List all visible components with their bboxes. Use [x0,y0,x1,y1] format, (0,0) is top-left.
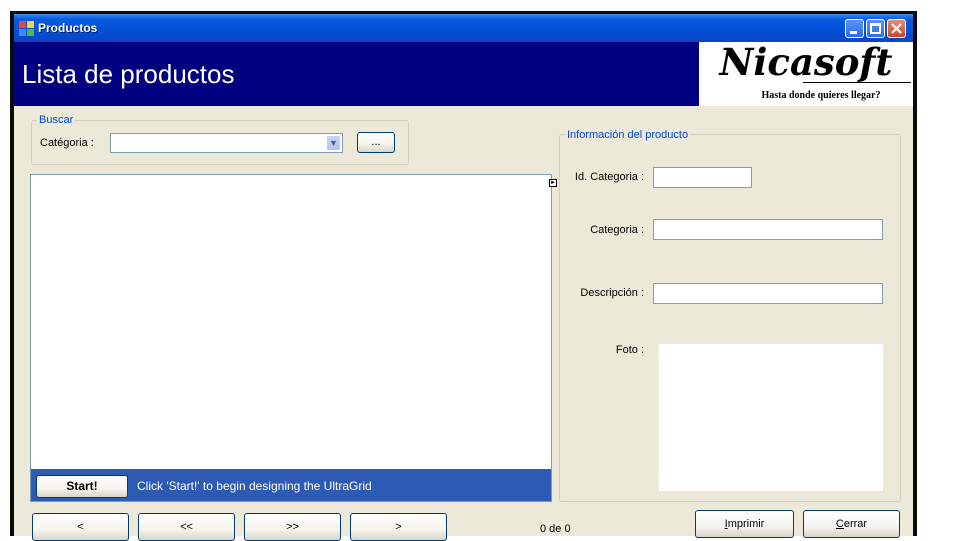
maximize-button[interactable] [866,19,885,38]
expand-icon[interactable]: ► [549,179,557,187]
last-record-button[interactable]: >> [244,513,341,541]
close-label: errar [843,518,868,530]
app-icon [19,21,34,36]
previous-record-button[interactable]: < [32,513,129,541]
category-label: Catégoria : [40,137,94,149]
grid-designer-bar: Start! Click 'Start!' to begin designing… [31,469,551,501]
products-grid[interactable] [30,174,552,502]
id-category-label: Id. Categoria : [574,171,644,183]
logo-underline [803,82,911,83]
logo-tagline: Hasta donde quieres llegar? [761,90,881,101]
next-record-button[interactable]: > [350,513,447,541]
close-window-button[interactable] [887,19,906,38]
header-banner: Lista de productos [14,42,699,106]
company-logo: Nicasoft Hasta donde quieres llegar? [699,40,913,106]
print-label: mprimir [727,518,765,530]
browse-button[interactable]: ... [357,132,395,153]
print-button[interactable]: Imprimir [695,510,794,538]
chevron-down-icon[interactable]: ▼ [326,135,341,151]
description-label: Descripción : [580,287,644,299]
search-group-label: Buscar [37,114,76,127]
id-category-field[interactable] [653,167,752,188]
close-icon [891,23,902,34]
description-field[interactable] [653,283,883,304]
close-mnemonic: C [835,518,844,530]
window-title: Productos [38,21,98,35]
minimize-button[interactable] [845,19,864,38]
start-button[interactable]: Start! [36,475,128,498]
logo-text: Nicasoft [719,40,893,84]
close-button[interactable]: Cerrar [803,510,900,538]
category-info-label: Categoria : [590,224,644,236]
product-info-group-label: Información del producto [565,129,691,142]
record-status: 0 de 0 [540,523,571,535]
category-field[interactable] [653,219,883,240]
grid-designer-message: Click 'Start!' to begin designing the Ul… [137,479,372,493]
category-select[interactable]: ▼ [110,133,343,153]
first-record-button[interactable]: << [138,513,235,541]
minimize-icon [850,31,857,34]
photo-label: Foto : [615,344,644,356]
page-title: Lista de productos [22,59,235,89]
maximize-icon [870,23,881,34]
product-photo [659,344,883,491]
